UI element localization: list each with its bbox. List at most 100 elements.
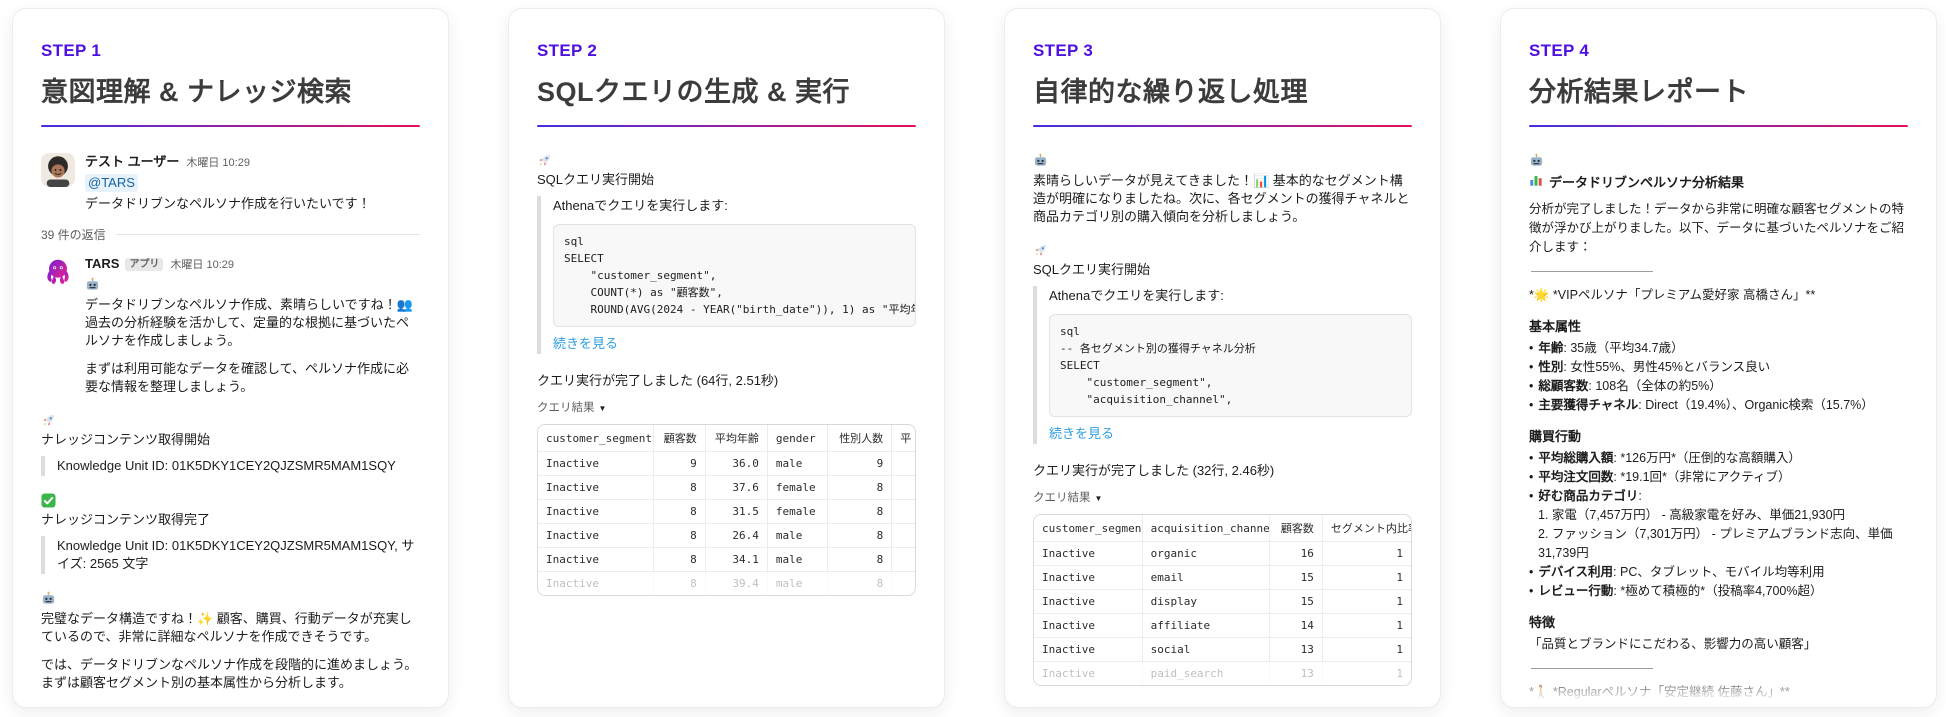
table-cell: male xyxy=(767,452,828,477)
section-heading-purchase: 購買行動 xyxy=(1529,429,1582,444)
title-underline xyxy=(1033,125,1412,127)
title-underline xyxy=(1529,125,1908,127)
table-cell: affiliate xyxy=(1142,614,1270,639)
show-more-link[interactable]: 続きを見る xyxy=(1049,426,1114,441)
robot-icon xyxy=(85,277,420,293)
chevron-down-icon: ▼ xyxy=(598,404,607,414)
toggle-label: クエリ結果 xyxy=(537,402,595,415)
query-result-table: customer_segment acquisition_channel 顧客数 セグ… xyxy=(1033,514,1412,687)
table-cell: male xyxy=(767,548,828,573)
table-cell xyxy=(892,548,915,573)
divider-line xyxy=(115,234,420,235)
column-header: 顧客数 xyxy=(1269,515,1323,543)
table-cell: 39.4 xyxy=(706,572,768,596)
knowledge-unit-id: Knowledge Unit ID: 01K5DKY1CEY2QJZSMR5MA… xyxy=(41,536,420,574)
table-cell: Inactive xyxy=(1034,566,1143,591)
athena-intro: Athenaでクエリを実行します: xyxy=(1049,288,1224,303)
query-results-toggle[interactable]: クエリ結果 ▼ xyxy=(1033,489,1412,505)
knowledge-unit-id: Knowledge Unit ID: 01K5DKY1CEY2QJZSMR5MA… xyxy=(41,456,420,476)
user-avatar[interactable] xyxy=(41,153,75,187)
status-event-sql-start: SQLクエリ実行開始 Athenaでクエリを実行します: sql -- 各セグメ… xyxy=(1033,243,1412,445)
table-cell: 1 xyxy=(1396,667,1403,681)
table-cell: 8 xyxy=(654,500,706,525)
table-row: Inactive 8 39.4 male 8 xyxy=(538,572,915,596)
step-card-2: STEP 2 SQLクエリの生成 & 実行 SQLクエリ実行開始 Athenaで… xyxy=(508,8,945,708)
table-cell: 8 xyxy=(654,476,706,501)
column-header: customer_segment xyxy=(1034,515,1143,543)
status-event-sql-start: SQLクエリ実行開始 Athenaでクエリを実行します: sql SELECT … xyxy=(537,153,916,355)
table-cell: female xyxy=(767,500,828,525)
column-header: セグメント内比率 xyxy=(1322,515,1411,543)
message-timestamp: 木曜日 10:29 xyxy=(170,259,235,271)
table-cell: 15 xyxy=(1269,590,1323,615)
step-label: STEP 2 xyxy=(537,41,598,60)
title-underline xyxy=(537,125,916,127)
user-message: テスト ユーザー 木曜日 10:29 @TARS データドリブンなペルソナ作成を行… xyxy=(41,153,420,213)
table-row: Inactive 8 31.5 female 8 xyxy=(538,500,915,525)
report-bullet: • 年齢: 35歳（平均34.7歳） xyxy=(1529,341,1684,355)
table-cell: 15 xyxy=(1269,566,1323,591)
bot-closing-message: 完璧なデータ構造ですね！✨ 顧客、購買、行動データが充実しているので、非常に詳細… xyxy=(41,591,420,692)
table-cell: 8 xyxy=(827,524,893,549)
user-name: テスト ユーザー xyxy=(85,154,180,169)
section-heading-basic: 基本属性 xyxy=(1529,319,1582,334)
report-divider xyxy=(1531,668,1653,669)
status-label: SQLクエリ実行開始 xyxy=(537,172,655,187)
robot-icon xyxy=(1033,153,1412,169)
bot-name: TARS xyxy=(85,256,120,271)
table-cell: 13 xyxy=(1270,662,1323,686)
table-cell: Inactive xyxy=(538,572,654,596)
table-cell: organic xyxy=(1142,542,1270,567)
bot-paragraph: では、データドリブンなペルソナ作成を段階的に進めましょう。まずは顧客セグメント別… xyxy=(41,657,418,690)
column-header: gender xyxy=(767,425,828,453)
report-bullet: • デバイス利用: PC、タブレット、モバイル均等利用 xyxy=(1529,565,1825,579)
table-cell xyxy=(892,452,915,477)
title-underline xyxy=(41,125,420,127)
table-row: Inactive 8 37.6 female 8 xyxy=(538,476,915,501)
table-cell: Inactive xyxy=(1034,590,1143,615)
table-cell: Inactive xyxy=(1034,662,1143,686)
table-cell xyxy=(892,524,915,549)
query-results-toggle[interactable]: クエリ結果 ▼ xyxy=(537,399,916,415)
step-label: STEP 3 xyxy=(1033,41,1094,60)
table-cell: 1 xyxy=(1322,638,1411,663)
robot-icon xyxy=(1529,153,1908,169)
bot-paragraph: 完璧なデータ構造ですね！✨ 顧客、購買、行動データが充実しているので、非常に詳細… xyxy=(41,611,412,644)
step-card-4: STEP 4 分析結果レポート データドリブンペルソナ分析結果 分析が完了しまし… xyxy=(1500,8,1937,708)
replies-count: 39 件の返信 xyxy=(41,228,106,242)
table-header-row: customer_segment acquisition_channel 顧客数 セグ… xyxy=(1034,515,1411,543)
bar-chart-icon xyxy=(1529,173,1543,192)
table-cell: 16 xyxy=(1269,542,1323,567)
bot-intro-message: 素晴らしいデータが見えてきました！📊 基本的なセグメント構造が明確になりましたね… xyxy=(1033,153,1412,226)
table-row: Inactive email 15 1 xyxy=(1034,566,1411,591)
table-cell: Inactive xyxy=(538,500,654,525)
table-cell: 8 xyxy=(654,548,706,573)
sql-code-block: sql -- 各セグメント別の獲得チャネル分析 SELECT "customer… xyxy=(1049,314,1412,418)
column-header: 平均年齢 xyxy=(705,425,768,453)
status-label: SQLクエリ実行開始 xyxy=(1033,262,1151,277)
table-cell: email xyxy=(1142,566,1270,591)
table-cell: Inactive xyxy=(1034,638,1143,663)
robot-icon xyxy=(41,591,420,607)
bottom-fade-overlay xyxy=(1502,673,1935,707)
athena-intro: Athenaでクエリを実行します: xyxy=(553,198,728,213)
table-header-row: customer_segment 顧客数 平均年齢 gender 性別人数平 xyxy=(538,425,915,453)
card-title: SQLクエリの生成 & 実行 xyxy=(537,77,851,107)
table-cell xyxy=(892,476,915,501)
tars-avatar-icon xyxy=(41,255,75,289)
thread-replies-divider[interactable]: 39 件の返信 xyxy=(41,226,420,243)
report-heading-text: データドリブンペルソナ分析結果 xyxy=(1549,175,1745,190)
tars-avatar[interactable] xyxy=(41,255,75,289)
bot-paragraph: 素晴らしいデータが見えてきました！📊 基本的なセグメント構造が明確になりましたね… xyxy=(1033,173,1410,224)
table-cell: Inactive xyxy=(538,524,654,549)
table-cell: social xyxy=(1142,638,1270,663)
check-icon xyxy=(41,493,420,509)
query-result-table-wrap: customer_segment acquisition_channel 顧客数 セグ… xyxy=(1033,514,1412,687)
column-header: acquisition_channel xyxy=(1142,515,1270,543)
mention-tars[interactable]: @TARS xyxy=(85,174,138,192)
table-cell: 1 xyxy=(1322,590,1411,615)
table-cell: 1 xyxy=(1322,542,1411,567)
user-message-text: データドリブンなペルソナ作成を行いたいです！ xyxy=(85,196,371,211)
feature-quote: 「品質とブランドにこだわる、影響力の高い顧客」 xyxy=(1529,637,1817,651)
show-more-link[interactable]: 続きを見る xyxy=(553,336,618,351)
